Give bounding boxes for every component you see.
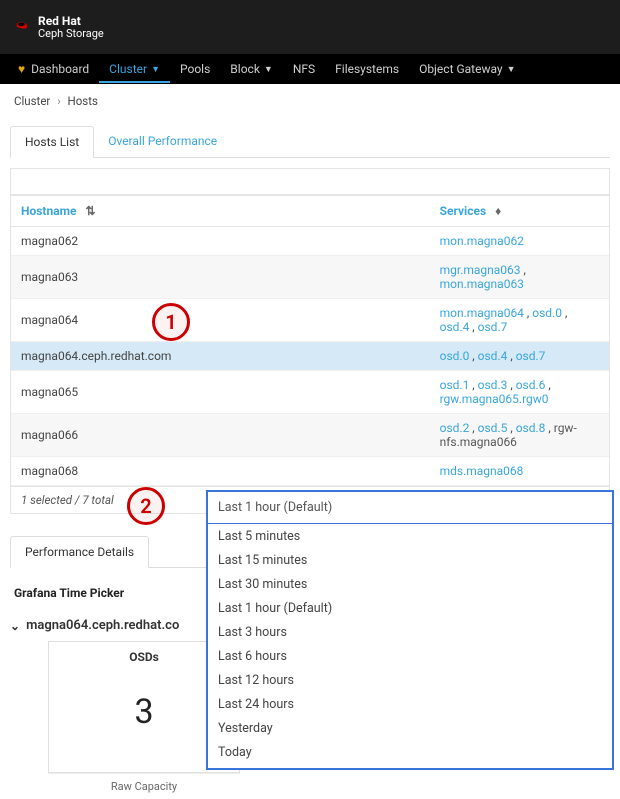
service-link[interactable]: mon.magna063 (440, 277, 524, 291)
breadcrumb-sep: › (53, 94, 64, 108)
table-row[interactable]: magna063mgr.magna063 , mon.magna063 (11, 256, 609, 299)
table-row[interactable]: magna064.ceph.redhat.comosd.0 , osd.4 , … (11, 342, 609, 371)
table-toolbar (11, 169, 609, 195)
time-option[interactable]: Last 5 minutes (208, 524, 612, 548)
redhat-icon (14, 19, 30, 35)
nav-cluster-label: Cluster (109, 62, 147, 76)
caret-down-icon: ▼ (507, 64, 516, 75)
service-link[interactable]: osd.0 (440, 349, 470, 363)
nav-dashboard[interactable]: ♥ Dashboard (8, 55, 99, 83)
time-option[interactable]: Last 30 minutes (208, 572, 612, 596)
service-link[interactable]: osd.2 (440, 421, 470, 435)
service-link[interactable]: osd.7 (516, 349, 546, 363)
nav-block[interactable]: Block▼ (220, 55, 283, 83)
time-option[interactable]: Last 3 hours (208, 620, 612, 644)
breadcrumb-root[interactable]: Cluster (14, 94, 50, 108)
time-option[interactable]: Last 6 hours (208, 644, 612, 668)
service-link[interactable]: mds.magna068 (440, 464, 524, 478)
nav-dashboard-label: Dashboard (31, 62, 89, 76)
hosts-table: Hostname ⇅ Services ♦ magna062 mon.magna0… (11, 195, 609, 486)
services-cell: osd.0 , osd.4 , osd.7 (430, 342, 609, 371)
time-option[interactable]: Yesterday (208, 716, 612, 740)
col-services[interactable]: Services ♦ (430, 196, 609, 227)
hostname-cell: magna063 (11, 256, 430, 299)
nav-nfs[interactable]: NFS (283, 55, 325, 83)
hosts-table-wrap: Hostname ⇅ Services ♦ magna062 mon.magna0… (10, 168, 610, 514)
nav-cluster[interactable]: Cluster ▼ (99, 55, 170, 83)
tab-hosts-list[interactable]: Hosts List (10, 126, 94, 158)
sort-icon: ♦ (495, 204, 501, 218)
hostname-cell: magna066 (11, 414, 430, 457)
time-option[interactable]: Last 24 hours (208, 692, 612, 716)
host-detail-name: magna064.ceph.redhat.co (26, 618, 179, 633)
time-picker-label: Grafana Time Picker (14, 586, 124, 600)
breadcrumb: Cluster › Hosts (0, 84, 620, 126)
service-link[interactable]: osd.8 (516, 421, 546, 435)
service-link[interactable]: osd.7 (478, 320, 508, 334)
service-link[interactable]: osd.4 (478, 349, 508, 363)
nav-filesystems[interactable]: Filesystems (325, 55, 409, 83)
chevron-down-icon: ⌄ (10, 619, 20, 633)
service-link[interactable]: osd.6 (516, 378, 546, 392)
time-picker-input[interactable] (208, 492, 612, 524)
services-cell: mgr.magna063 , mon.magna063 (430, 256, 609, 299)
sort-asc-icon: ⇅ (85, 204, 95, 218)
services-cell: osd.1 , osd.3 , osd.6 , rgw.magna065.rgw… (430, 371, 609, 414)
service-link[interactable]: osd.5 (478, 421, 508, 435)
service-link[interactable]: mgr.magna063 (440, 263, 521, 277)
time-picker-options: Last 5 minutesLast 15 minutesLast 30 min… (208, 524, 612, 768)
main-nav: ♥ Dashboard Cluster ▼ Pools Block▼ NFS F… (0, 54, 620, 84)
time-option[interactable]: Today (208, 740, 612, 764)
time-option[interactable]: Last 1 hour (Default) (208, 596, 612, 620)
table-row[interactable]: magna066osd.2 , osd.5 , osd.8 , rgw-nfs.… (11, 414, 609, 457)
services-cell: mon.magna062 (430, 227, 609, 256)
time-option[interactable]: Today so far (208, 764, 612, 768)
service-link[interactable]: osd.4 (440, 320, 470, 334)
time-picker-dropdown[interactable]: Last 5 minutesLast 15 minutesLast 30 min… (206, 490, 614, 770)
hostname-cell: magna065 (11, 371, 430, 414)
heart-icon: ♥ (18, 62, 25, 76)
hostname-cell: magna068 (11, 457, 430, 486)
table-row[interactable]: magna065osd.1 , osd.3 , osd.6 , rgw.magn… (11, 371, 609, 414)
time-option[interactable]: Last 12 hours (208, 668, 612, 692)
service-link[interactable]: mon.magna064 (440, 306, 524, 320)
table-row[interactable]: magna062 mon.magna062 (11, 227, 609, 256)
service-link[interactable]: rgw.magna065.rgw0 (440, 392, 549, 406)
services-cell: mon.magna064 , osd.0 , osd.4 , osd.7 (430, 299, 609, 342)
service-link[interactable]: osd.3 (478, 378, 508, 392)
brand-line2: Ceph Storage (38, 28, 104, 40)
services-cell: mds.magna068 (430, 457, 609, 486)
brand-bar: Red Hat Ceph Storage (0, 0, 620, 54)
caret-down-icon: ▼ (264, 64, 273, 75)
service-link[interactable]: osd.1 (440, 378, 470, 392)
brand: Red Hat Ceph Storage (14, 15, 104, 39)
hostname-cell: magna064.ceph.redhat.com (11, 342, 430, 371)
breadcrumb-page: Hosts (68, 94, 98, 108)
time-option[interactable]: Last 15 minutes (208, 548, 612, 572)
tab-overall-performance[interactable]: Overall Performance (94, 126, 231, 157)
table-row[interactable]: magna068 mds.magna068 (11, 457, 609, 486)
col-hostname[interactable]: Hostname ⇅ (11, 196, 430, 227)
brand-line1: Red Hat (38, 15, 104, 28)
services-cell: osd.2 , osd.5 , osd.8 , rgw-nfs.magna066 (430, 414, 609, 457)
hostname-cell: magna062 (11, 227, 430, 256)
nav-pools[interactable]: Pools (170, 55, 220, 83)
service-link[interactable]: mon.magna062 (440, 234, 524, 248)
raw-capacity-label: Raw Capacity (48, 773, 240, 799)
tab-performance-details[interactable]: Performance Details (10, 536, 149, 568)
service-link[interactable]: osd.0 (532, 306, 562, 320)
table-row[interactable]: magna064mon.magna064 , osd.0 , osd.4 , o… (11, 299, 609, 342)
hostname-cell: magna064 (11, 299, 430, 342)
upper-tabs: Hosts List Overall Performance (10, 126, 610, 158)
caret-down-icon: ▼ (151, 64, 160, 75)
nav-object-gateway[interactable]: Object Gateway▼ (409, 55, 525, 83)
